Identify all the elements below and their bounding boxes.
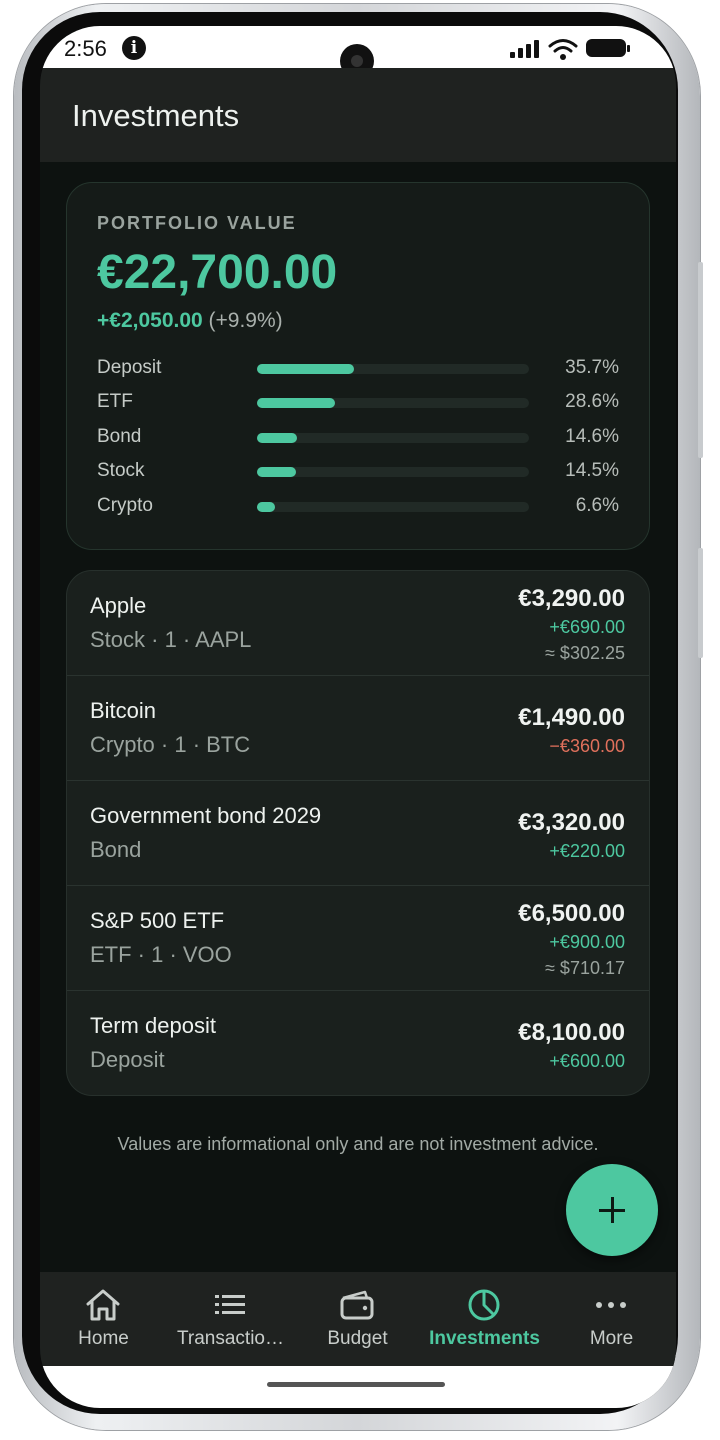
allocation-percent: 14.5% <box>565 460 619 481</box>
portfolio-change-percent: (+9.9%) <box>208 309 283 332</box>
plus-icon <box>599 1197 625 1223</box>
holding-value: €3,290.00 <box>518 585 625 612</box>
holding-row-bitcoin[interactable]: Bitcoin Crypto · 1 · BTC €1,490.00 −€360… <box>67 676 649 781</box>
wallet-icon <box>340 1290 374 1320</box>
holding-details: Crypto · 1 · BTC <box>90 732 251 757</box>
portfolio-change: +€2,050.00 (+9.9%) <box>97 309 283 333</box>
nav-label: Budget <box>327 1328 388 1349</box>
allocation-bar <box>257 364 529 374</box>
allocation-row: ETF 28.6% <box>97 391 619 417</box>
holdings-list: Apple Stock · 1 · AAPL €3,290.00 +€690.0… <box>66 570 650 1096</box>
holding-row-government-bond[interactable]: Government bond 2029 Bond €3,320.00 +€22… <box>67 781 649 886</box>
holding-name: Bitcoin <box>90 698 157 723</box>
allocation-percent: 6.6% <box>575 495 619 516</box>
power-button <box>698 548 703 658</box>
holding-change: +€690.00 <box>549 617 625 637</box>
holding-name: Government bond 2029 <box>90 803 322 828</box>
portfolio-value: €22,700.00 <box>97 246 338 299</box>
holding-details: ETF · 1 · VOO <box>90 942 232 967</box>
holding-name: Apple <box>90 593 147 618</box>
list-icon <box>215 1295 245 1314</box>
allocation-name: Bond <box>97 426 142 447</box>
holding-row-term-deposit[interactable]: Term deposit Deposit €8,100.00 +€600.00 <box>67 991 649 1095</box>
allocation-name: ETF <box>97 391 133 412</box>
allocation-fill <box>257 467 297 477</box>
page-title: Investments <box>72 98 240 133</box>
holding-details: Stock · 1 · AAPL <box>90 627 252 652</box>
allocation-row: Stock 14.5% <box>97 460 619 486</box>
allocation-bar <box>257 433 529 443</box>
allocation-percent: 14.6% <box>565 426 619 447</box>
portfolio-summary-card: PORTFOLIO VALUE €22,700.00 +€2,050.00 (+… <box>66 182 650 550</box>
holding-name: S&P 500 ETF <box>90 908 225 933</box>
allocation-fill <box>257 502 275 512</box>
allocation-percent: 35.7% <box>565 357 619 378</box>
holding-value: €1,490.00 <box>518 704 625 731</box>
holding-name: Term deposit <box>90 1013 216 1038</box>
nav-investments[interactable]: Investments <box>421 1272 548 1366</box>
nav-label: More <box>589 1328 634 1349</box>
allocation-bar <box>257 467 529 477</box>
allocation-bar <box>257 502 529 512</box>
holding-change: +€900.00 <box>549 932 625 952</box>
holding-usd-value: ≈ $710.17 <box>545 958 625 978</box>
wifi-icon <box>548 39 578 60</box>
allocation-row: Crypto 6.6% <box>97 495 619 521</box>
portfolio-value-label: PORTFOLIO VALUE <box>97 213 297 233</box>
pie-chart-icon <box>468 1289 500 1321</box>
portfolio-change-amount: +€2,050.00 <box>97 309 203 332</box>
allocation-row: Deposit 35.7% <box>97 357 619 383</box>
add-investment-button[interactable] <box>566 1164 658 1256</box>
signal-icon <box>510 40 540 58</box>
allocation-bar <box>257 398 529 408</box>
allocation-name: Crypto <box>97 495 153 516</box>
allocation-name: Deposit <box>97 357 162 378</box>
allocation-fill <box>257 433 297 443</box>
allocation-row: Bond 14.6% <box>97 426 619 452</box>
info-icon: i <box>122 36 146 60</box>
nav-home[interactable]: Home <box>40 1272 167 1366</box>
holding-change: +€220.00 <box>549 841 625 861</box>
holding-change: +€600.00 <box>549 1051 625 1071</box>
holding-value: €8,100.00 <box>518 1019 625 1046</box>
holding-row-apple[interactable]: Apple Stock · 1 · AAPL €3,290.00 +€690.0… <box>67 571 649 676</box>
holding-details: Bond <box>90 837 142 862</box>
holding-usd-value: ≈ $302.25 <box>545 643 625 663</box>
holding-value: €3,320.00 <box>518 809 625 836</box>
battery-icon <box>586 39 630 57</box>
holding-change: −€360.00 <box>549 736 625 756</box>
disclaimer-text: Values are informational only and are no… <box>117 1134 599 1154</box>
volume-button <box>698 262 703 458</box>
screen: 2:56 i Investments PORTFOLIO VALUE €22,7… <box>40 26 676 1408</box>
nav-label: Transactio… <box>177 1328 284 1349</box>
status-time: 2:56 <box>64 36 107 61</box>
allocation-name: Stock <box>97 460 145 481</box>
nav-label: Home <box>78 1328 129 1349</box>
nav-budget[interactable]: Budget <box>294 1272 421 1366</box>
allocation-percent: 28.6% <box>565 391 619 412</box>
holding-row-sp500-etf[interactable]: S&P 500 ETF ETF · 1 · VOO €6,500.00 +€90… <box>67 886 649 991</box>
nav-label: Investments <box>429 1328 540 1349</box>
nav-transactions[interactable]: Transactio… <box>167 1272 294 1366</box>
home-icon <box>86 1289 120 1321</box>
more-dots-icon <box>596 1302 626 1308</box>
allocation-fill <box>257 398 335 408</box>
home-indicator[interactable] <box>267 1382 445 1387</box>
allocation-fill <box>257 364 355 374</box>
nav-more[interactable]: More <box>548 1272 675 1366</box>
holding-details: Deposit <box>90 1047 165 1072</box>
holding-value: €6,500.00 <box>518 900 625 927</box>
gesture-bar <box>40 1366 676 1408</box>
bottom-navigation: Home Transactio… Budget Investments More <box>40 1272 676 1366</box>
status-bar: 2:56 i <box>40 26 676 78</box>
app-bar: Investments <box>40 68 676 162</box>
